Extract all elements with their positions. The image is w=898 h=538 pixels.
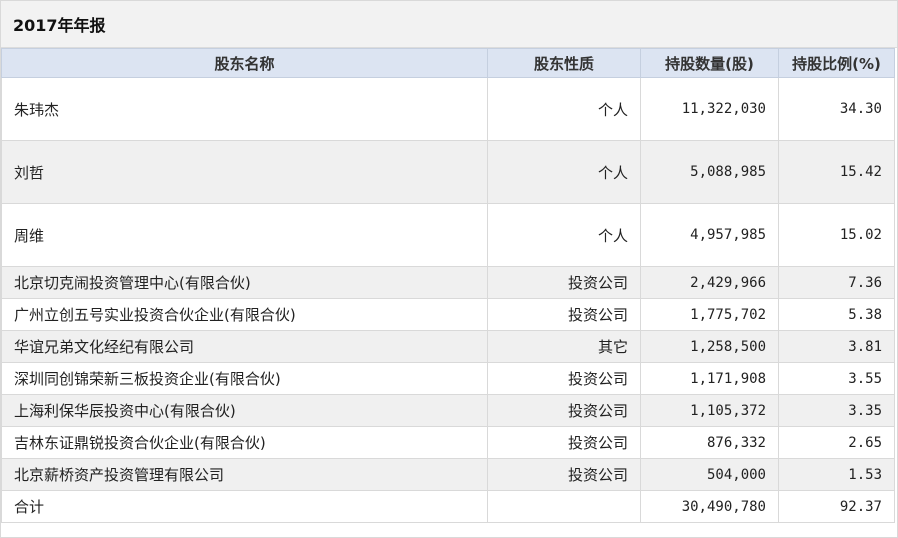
column-header-shares: 持股数量(股) (640, 48, 779, 78)
total-share-ratio: 92.37 (778, 490, 895, 523)
table-row: 上海利保华辰投资中心(有限合伙) 投资公司 1,105,372 3.35 (1, 394, 895, 427)
shareholder-name: 广州立创五号实业投资合伙企业(有限合伙) (1, 298, 488, 331)
table-row: 北京薪桥资产投资管理有限公司 投资公司 504,000 1.53 (1, 458, 895, 491)
shareholder-name: 北京薪桥资产投资管理有限公司 (1, 458, 488, 491)
total-label: 合计 (1, 490, 488, 523)
share-ratio: 7.36 (778, 266, 895, 299)
panel-title: 2017年年报 (1, 1, 897, 48)
share-ratio: 3.55 (778, 362, 895, 395)
share-count: 1,258,500 (640, 330, 779, 363)
table-row: 朱玮杰 个人 11,322,030 34.30 (1, 77, 895, 141)
shareholder-nature: 投资公司 (487, 298, 641, 331)
share-count: 504,000 (640, 458, 779, 491)
share-ratio: 1.53 (778, 458, 895, 491)
share-ratio: 2.65 (778, 426, 895, 459)
shareholder-nature: 投资公司 (487, 458, 641, 491)
share-ratio: 3.35 (778, 394, 895, 427)
shareholder-name: 周维 (1, 203, 488, 267)
table-row: 刘哲 个人 5,088,985 15.42 (1, 140, 895, 204)
share-count: 1,105,372 (640, 394, 779, 427)
shareholder-nature: 投资公司 (487, 394, 641, 427)
shareholder-nature: 投资公司 (487, 266, 641, 299)
shareholder-name: 吉林东证鼎锐投资合伙企业(有限合伙) (1, 426, 488, 459)
total-share-count: 30,490,780 (640, 490, 779, 523)
table-header-row: 股东名称 股东性质 持股数量(股) 持股比例(%) (1, 48, 895, 78)
table-row: 吉林东证鼎锐投资合伙企业(有限合伙) 投资公司 876,332 2.65 (1, 426, 895, 459)
table-row: 广州立创五号实业投资合伙企业(有限合伙) 投资公司 1,775,702 5.38 (1, 298, 895, 331)
share-ratio: 34.30 (778, 77, 895, 141)
share-count: 11,322,030 (640, 77, 779, 141)
shareholder-nature: 个人 (487, 203, 641, 267)
shareholder-name: 深圳同创锦荣新三板投资企业(有限合伙) (1, 362, 488, 395)
share-count: 5,088,985 (640, 140, 779, 204)
shareholder-nature: 个人 (487, 77, 641, 141)
share-ratio: 3.81 (778, 330, 895, 363)
share-count: 1,775,702 (640, 298, 779, 331)
shareholders-table: 股东名称 股东性质 持股数量(股) 持股比例(%) 朱玮杰 个人 11,322,… (1, 48, 895, 523)
annual-report-panel: 2017年年报 股东名称 股东性质 持股数量(股) 持股比例(%) 朱玮杰 个人… (0, 0, 898, 538)
shareholder-nature: 个人 (487, 140, 641, 204)
table-row: 深圳同创锦荣新三板投资企业(有限合伙) 投资公司 1,171,908 3.55 (1, 362, 895, 395)
share-count: 2,429,966 (640, 266, 779, 299)
share-count: 4,957,985 (640, 203, 779, 267)
shareholder-name: 华谊兄弟文化经纪有限公司 (1, 330, 488, 363)
table-row: 北京切克闹投资管理中心(有限合伙) 投资公司 2,429,966 7.36 (1, 266, 895, 299)
shareholder-name: 朱玮杰 (1, 77, 488, 141)
table-row: 周维 个人 4,957,985 15.02 (1, 203, 895, 267)
share-ratio: 5.38 (778, 298, 895, 331)
total-nature (487, 490, 641, 523)
share-ratio: 15.42 (778, 140, 895, 204)
table-row: 华谊兄弟文化经纪有限公司 其它 1,258,500 3.81 (1, 330, 895, 363)
column-header-ratio: 持股比例(%) (778, 48, 895, 78)
shareholder-name: 刘哲 (1, 140, 488, 204)
share-count: 1,171,908 (640, 362, 779, 395)
total-row: 合计 30,490,780 92.37 (1, 490, 895, 523)
shareholder-nature: 投资公司 (487, 426, 641, 459)
shareholder-nature: 投资公司 (487, 362, 641, 395)
share-ratio: 15.02 (778, 203, 895, 267)
share-count: 876,332 (640, 426, 779, 459)
column-header-name: 股东名称 (1, 48, 488, 78)
shareholder-name: 上海利保华辰投资中心(有限合伙) (1, 394, 488, 427)
shareholder-name: 北京切克闹投资管理中心(有限合伙) (1, 266, 488, 299)
column-header-nature: 股东性质 (487, 48, 641, 78)
shareholder-nature: 其它 (487, 330, 641, 363)
